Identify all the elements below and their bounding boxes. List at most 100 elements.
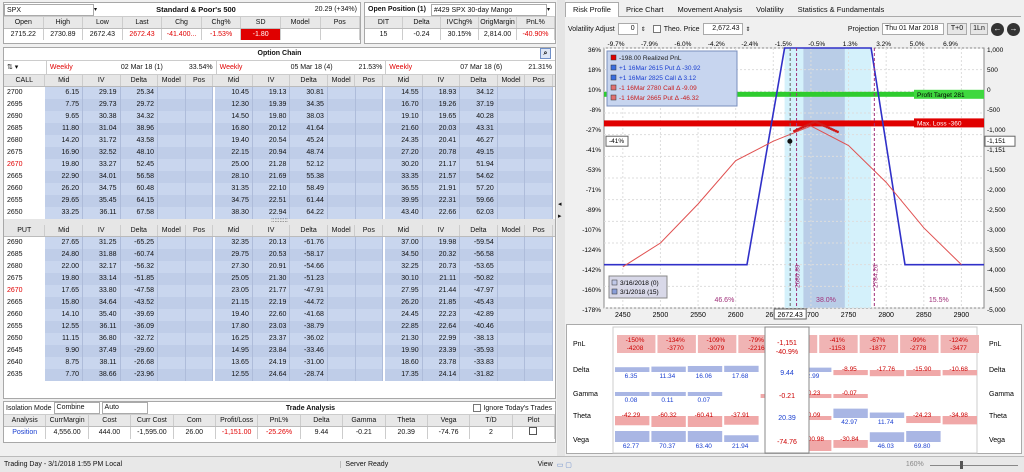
chain-cell[interactable]: [525, 249, 554, 261]
chain-cell[interactable]: [158, 159, 186, 171]
chain-cell[interactable]: [185, 123, 214, 135]
chain-cell[interactable]: [355, 147, 384, 159]
chain-cell[interactable]: [497, 261, 526, 273]
chain-row[interactable]: 2675 19.80 33.14 -51.85 25.05 21.30 -51.23 30.1…: [4, 273, 555, 285]
chain-cell[interactable]: [525, 135, 554, 147]
chain-cell[interactable]: [185, 285, 214, 297]
chain-row[interactable]: 2700 6.15 29.19 25.34 10.45 19.13 30.81 14.55 18…: [4, 87, 555, 99]
chain-cell[interactable]: [327, 147, 356, 159]
chain-cell[interactable]: [327, 87, 356, 99]
chain-cell[interactable]: [355, 309, 384, 321]
chain-cell[interactable]: [525, 147, 554, 159]
chain-cell[interactable]: [185, 369, 214, 381]
dropdown-icon[interactable]: ▾: [547, 6, 555, 13]
chain-cell[interactable]: [525, 171, 554, 183]
chain-cell[interactable]: [158, 111, 186, 123]
chain-cell[interactable]: [497, 135, 526, 147]
chain-cell[interactable]: [327, 357, 356, 369]
chain-cell[interactable]: [497, 309, 526, 321]
chain-cell[interactable]: [185, 207, 214, 219]
projection-date[interactable]: Thu 01 Mar 2018: [882, 23, 944, 35]
chain-cell[interactable]: [158, 309, 186, 321]
plot-checkbox[interactable]: [529, 427, 538, 435]
chain-cell[interactable]: [327, 369, 356, 381]
chain-cell[interactable]: [158, 237, 186, 249]
dropdown-icon[interactable]: ▾: [94, 6, 102, 13]
chain-cell[interactable]: [185, 87, 214, 99]
theo-price-input[interactable]: 2,672.43: [702, 23, 743, 35]
chain-cell[interactable]: [158, 99, 186, 111]
chain-cell[interactable]: [525, 297, 554, 309]
chain-row[interactable]: 2655 12.55 36.11 -36.09 17.80 23.03 -38.79 22.8…: [4, 321, 555, 333]
chain-cell[interactable]: [185, 249, 214, 261]
position-select[interactable]: #429 SPX 30-day Mango: [431, 3, 547, 16]
chain-cell[interactable]: [355, 273, 384, 285]
chain-cell[interactable]: [525, 309, 554, 321]
chain-cell[interactable]: [355, 123, 384, 135]
chain-cell[interactable]: [355, 249, 384, 261]
chain-cell[interactable]: [497, 285, 526, 297]
chain-row[interactable]: 2680 22.00 32.17 -56.32 27.30 20.91 -54.66 32.2…: [4, 261, 555, 273]
chain-cell[interactable]: [327, 261, 356, 273]
chain-cell[interactable]: [158, 249, 186, 261]
chain-cell[interactable]: [158, 195, 186, 207]
chain-cell[interactable]: [355, 195, 384, 207]
chain-cell[interactable]: [327, 207, 356, 219]
chain-row[interactable]: 2660 26.20 34.75 60.48 31.35 22.10 58.49 36.55 2…: [4, 183, 555, 195]
chain-cell[interactable]: [355, 159, 384, 171]
chain-cell[interactable]: [497, 99, 526, 111]
chain-cell[interactable]: [327, 249, 356, 261]
chain-cell[interactable]: [327, 273, 356, 285]
chain-cell[interactable]: [355, 321, 384, 333]
chain-cell[interactable]: [327, 345, 356, 357]
tab-risk-profile[interactable]: Risk Profile: [565, 2, 619, 17]
chain-cell[interactable]: [185, 333, 214, 345]
chain-cell[interactable]: [327, 237, 356, 249]
spinner-icon[interactable]: ⇕: [746, 26, 751, 33]
chain-row[interactable]: 2665 15.80 34.64 -43.52 21.15 22.19 -44.72 26.2…: [4, 297, 555, 309]
chain-cell[interactable]: [497, 333, 526, 345]
chain-cell[interactable]: [327, 171, 356, 183]
symbol-field[interactable]: SPX: [4, 3, 94, 16]
chain-cell[interactable]: [497, 357, 526, 369]
chain-cell[interactable]: [497, 123, 526, 135]
auto-select[interactable]: Auto: [101, 402, 148, 414]
chain-cell[interactable]: [355, 297, 384, 309]
chain-row[interactable]: 2685 11.80 31.04 38.96 16.80 20.12 41.64 21.60 2…: [4, 123, 555, 135]
chain-row[interactable]: 2650 11.15 36.80 -32.72 16.25 23.37 -36.02 21.3…: [4, 333, 555, 345]
chain-cell[interactable]: [327, 123, 356, 135]
tab-movement-analysis[interactable]: Movement Analysis: [670, 3, 749, 17]
chain-cell[interactable]: [327, 297, 356, 309]
chain-row[interactable]: 2655 29.65 35.45 64.15 34.75 22.51 61.44 39.95 2…: [4, 195, 555, 207]
chain-cell[interactable]: [327, 309, 356, 321]
search-icon[interactable]: ⌕: [540, 48, 551, 59]
chain-cell[interactable]: [185, 147, 214, 159]
chain-cell[interactable]: [327, 333, 356, 345]
chain-row[interactable]: 2685 24.80 31.88 -60.74 29.75 20.53 -58.17 34.5…: [4, 249, 555, 261]
chain-cell[interactable]: [185, 309, 214, 321]
chain-cell[interactable]: [525, 357, 554, 369]
chain-settings-button[interactable]: ⇅ ▾: [4, 61, 46, 74]
chain-cell[interactable]: [185, 135, 214, 147]
chain-cell[interactable]: [158, 87, 186, 99]
volatility-adjust-input[interactable]: 0: [617, 23, 638, 35]
collapse-right-icon[interactable]: ▸: [558, 212, 562, 220]
chain-cell[interactable]: [355, 111, 384, 123]
chain-cell[interactable]: [525, 159, 554, 171]
chain-cell[interactable]: [525, 183, 554, 195]
chain-cell[interactable]: [158, 285, 186, 297]
chain-row[interactable]: 2690 27.65 31.25 -65.25 32.35 20.13 -61.76 37.0…: [4, 237, 555, 249]
spinner-icon[interactable]: ⇕: [641, 26, 646, 33]
chain-cell[interactable]: [525, 111, 554, 123]
chain-cell[interactable]: [185, 273, 214, 285]
chain-cell[interactable]: [497, 297, 526, 309]
expiry-header[interactable]: Weekly 05 Mar 18 (4) 21.53%: [215, 61, 386, 74]
chain-cell[interactable]: [525, 333, 554, 345]
chain-cell[interactable]: [355, 237, 384, 249]
chain-cell[interactable]: [158, 345, 186, 357]
collapse-left-icon[interactable]: ◂: [558, 200, 562, 208]
chain-row[interactable]: 2670 17.65 33.80 -47.58 23.05 21.77 -47.91 27.9…: [4, 285, 555, 297]
chain-cell[interactable]: [158, 357, 186, 369]
chain-cell[interactable]: [355, 285, 384, 297]
chain-cell[interactable]: [525, 345, 554, 357]
